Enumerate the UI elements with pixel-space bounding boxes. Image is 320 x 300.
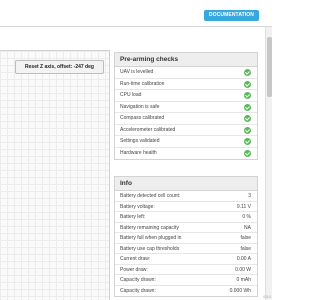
info-row: Capacity drawn: 0.000 Wh [115,286,257,297]
info-row: Battery remaining capacity NA [115,223,257,233]
info-value: 0.000 Wh [229,287,251,294]
info-row: Battery use cap thresholds false [115,244,257,254]
info-value: 0 % [242,214,251,220]
check-label: Navigation is safe [120,103,160,110]
info-value: NA [244,224,251,231]
ok-check-icon [244,69,251,76]
info-value: 9.11 V [236,203,251,210]
info-title: Info [115,177,257,191]
info-label: Battery detected cell count: [120,193,181,199]
reset-z-axis-button[interactable]: Reset Z axis, offset: -247 deg [15,60,104,74]
version-label: 0.5.0 [263,295,271,299]
info-label: Battery use cap thresholds [120,245,180,252]
ok-check-icon [244,138,251,145]
info-panel: Info Battery detected cell count: 3 Batte… [114,176,258,297]
ok-check-icon [244,115,251,122]
ok-check-icon [244,92,251,99]
documentation-button[interactable]: DOCUMENTATION [204,10,259,21]
info-label: Battery remaining capacity [120,224,179,231]
vertical-scrollbar[interactable] [265,27,272,300]
scrollbar-thumb[interactable] [267,37,272,97]
top-bar: DOCUMENTATION [0,0,272,27]
info-value: 0 mAh [236,277,251,283]
check-label: Compass calibrated [120,115,165,121]
check-label: Run-time calibration [120,80,165,87]
check-label: Accelerometer calibrated [120,126,176,133]
ok-check-icon [244,149,251,157]
info-label: Battery voltage: [120,203,155,210]
ok-check-icon [244,126,251,134]
info-row: Battery full when plugged in false [115,233,257,244]
check-label: UAV is levelled [120,69,154,75]
prearming-panel: Pre-arming checks UAV is levelled Run-ti… [114,52,258,160]
right-column: Pre-arming checks UAV is levelled Run-ti… [114,52,258,300]
info-row: Power draw: 0.00 W [115,265,257,275]
info-label: Capacity drawn: [120,277,156,283]
check-row: Hardware health [115,148,257,160]
info-label: Power draw: [120,266,148,273]
info-value: false [240,245,251,252]
ok-check-icon [244,80,251,88]
info-row: Battery detected cell count: 3 [115,191,257,202]
left-panel-header [0,27,110,50]
prearming-title: Pre-arming checks [115,53,257,67]
check-label: Hardware health [120,149,157,156]
info-label: Battery full when plugged in [120,235,182,241]
check-row: CPU load [115,90,257,102]
check-row: Run-time calibration [115,79,257,90]
info-row: Current draw: 0.00 A [115,254,257,265]
check-label: Settings validated [120,138,160,144]
check-label: CPU load [120,92,142,98]
check-row: Accelerometer calibrated [115,125,257,136]
check-row: UAV is levelled [115,67,257,79]
info-row: Capacity drawn: 0 mAh [115,275,257,286]
ok-check-icon [244,103,251,111]
model-view-grid [0,50,110,300]
info-value: 0.00 A [236,256,251,262]
info-value: 3 [248,193,251,199]
check-row: Navigation is safe [115,102,257,113]
info-label: Capacity drawn: [120,287,156,294]
info-row: Battery left: 0 % [115,212,257,223]
check-row: Settings validated [115,136,257,148]
info-label: Current draw: [120,256,151,262]
info-label: Battery left: [120,214,146,220]
info-value: false [240,235,251,241]
check-row: Compass calibrated [115,113,257,125]
info-row: Battery voltage: 9.11 V [115,202,257,212]
info-value: 0.00 W [235,266,251,273]
